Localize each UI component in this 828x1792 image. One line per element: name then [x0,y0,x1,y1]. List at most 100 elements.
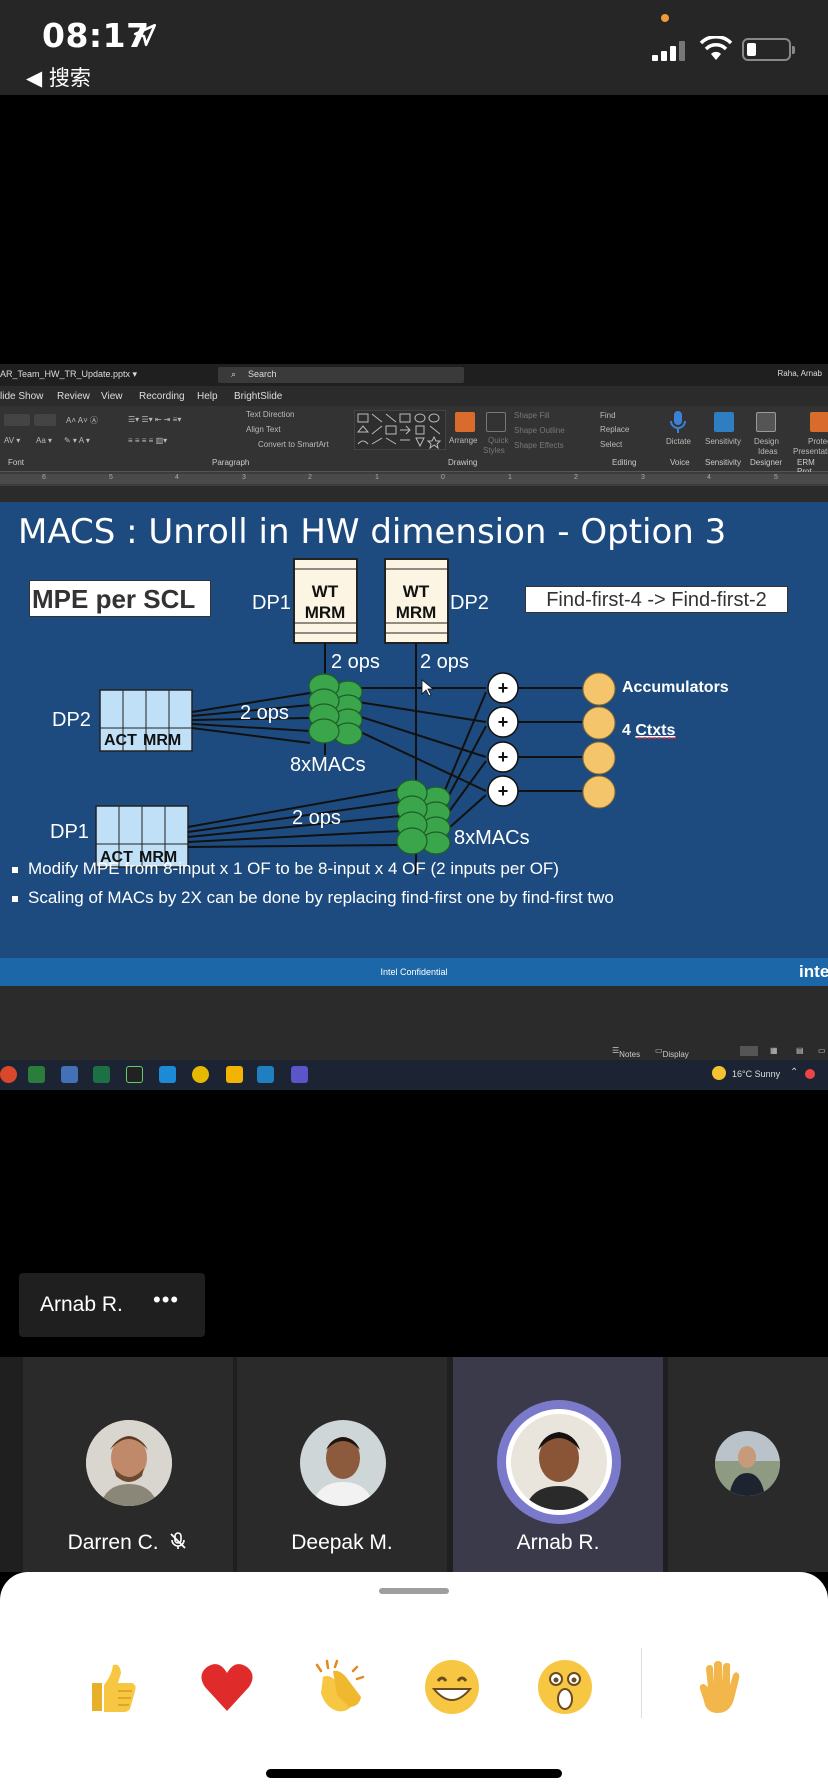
highlight-icon[interactable]: ✎ ▾ A ▾ [64,436,90,445]
participant-tile-speaking[interactable]: Arnab R. [453,1357,663,1572]
slide-sorter-icon[interactable]: ▦ [770,1046,778,1055]
heart-icon[interactable] [197,1657,257,1717]
raised-hand-icon[interactable] [690,1657,750,1717]
act-mrm-label: MRM [143,732,181,749]
accumulator-circle [582,741,616,775]
arrange-button[interactable]: Arrange [449,436,477,445]
sticky-notes-icon[interactable] [226,1066,243,1083]
clapping-hands-icon[interactable] [309,1657,369,1717]
font-size-dropdown[interactable] [34,414,56,426]
more-options-button[interactable]: ••• [153,1287,179,1313]
text-direction-button[interactable]: Text Direction [246,410,294,419]
ruler-mark: 4 [175,474,179,481]
tab-recording[interactable]: Recording [139,391,185,402]
macs-label-a: 8xMACs [290,754,366,776]
slideshow-icon[interactable]: ▭ [818,1046,826,1055]
slide[interactable]: WT MRM WT MRM DP1 DP2 ACT MRM ACT MRM DP… [0,502,828,986]
arrange-icon[interactable] [455,412,475,432]
replace-button[interactable]: Replace [600,425,629,434]
notes-button[interactable]: ☰ Notes [612,1046,640,1059]
bullet-item: Scaling of MACs by 2X can be done by rep… [12,888,614,908]
bullets-icon[interactable]: ☰▾ ☰▾ ⇤ ⇥ ≡▾ [128,415,181,424]
grinning-face-icon[interactable] [422,1657,482,1717]
find-button[interactable]: Find [600,411,616,420]
participant-name-text: Darren C. [67,1531,159,1554]
sensitivity-icon[interactable] [714,412,734,432]
participant-name: Deepak M. [291,1531,393,1554]
wt-label: WT [312,582,339,601]
battery-icon [742,38,795,61]
font-grow-icon[interactable]: A˄ A˅ Ⓐ [66,415,98,426]
bullet-text: Modify MPE from 8-input x 1 OF to be 8-i… [28,859,559,878]
shape-outline-button[interactable]: Shape Outline [514,426,565,435]
design-ideas-label-2[interactable]: Ideas [758,447,778,456]
weather-icon [712,1066,726,1080]
design-ideas-icon[interactable] [756,412,776,432]
participant-name: Darren C. [23,1531,233,1555]
microphone-icon[interactable] [669,410,687,434]
back-to-search-link[interactable]: ◀ 搜索 [26,62,91,92]
tab-view[interactable]: View [101,391,123,402]
design-ideas-label-1[interactable]: Design [754,437,779,446]
vscode-icon[interactable] [159,1066,176,1083]
tray-notification-icon[interactable] [805,1069,815,1079]
group-designer: Designer [750,458,783,467]
tab-review[interactable]: Review [57,391,90,402]
ruler-mark: 1 [375,474,379,481]
wt-mrm-box-dp2 [384,558,449,644]
excel-icon[interactable] [93,1066,110,1083]
weather-text[interactable]: 16°C Sunny [732,1069,780,1079]
speaker-name-tag[interactable]: Arnab R. ••• [19,1273,205,1337]
ruler-mark: 5 [109,474,113,481]
ribbon: A˄ A˅ Ⓐ Aa ▾ ✎ ▾ A ▾ AV ▾ ☰▾ ☰▾ ⇤ ⇥ ≡▾ ≡… [0,406,828,476]
find-first-label-box: Find-first-4 -> Find-first-2 [525,586,788,613]
ctxts-word: Ctxts [635,722,675,739]
protect-label[interactable]: Protec [808,437,828,446]
participant-tile[interactable]: Deepak M. [237,1357,447,1572]
ruler-mark: 3 [641,474,645,481]
char-spacing-icon[interactable]: AV ▾ [4,436,20,445]
group-drawing: Drawing [448,458,478,467]
wire [351,713,487,758]
dictate-button[interactable]: Dictate [666,437,691,446]
shapes-gallery[interactable] [354,410,446,450]
surprised-face-icon[interactable] [535,1657,595,1717]
quick-styles-icon[interactable] [486,412,506,432]
convert-smartart-button[interactable]: Convert to SmartArt [258,440,329,449]
group-voice: Voice [670,458,690,467]
participant-tile[interactable] [668,1357,828,1572]
protect-label-2[interactable]: Presentatio [793,447,828,456]
normal-view-icon[interactable] [740,1046,758,1056]
home-indicator[interactable] [266,1769,562,1778]
chrome-icon[interactable] [192,1066,209,1083]
app-icon-network[interactable] [61,1066,78,1083]
mrm-label: MRM [396,603,437,622]
select-button[interactable]: Select [600,440,622,449]
shape-fill-button[interactable]: Shape Fill [514,411,550,420]
alignment-icons[interactable]: ≡ ≡ ≡ ≡ ▥▾ [128,436,167,445]
protect-icon[interactable] [810,412,828,432]
reading-view-icon[interactable]: ▤ [796,1046,804,1055]
thumbs-up-icon[interactable] [82,1657,142,1717]
quick-styles-label-1: Quick [488,436,509,445]
ruler-mark: 3 [242,474,246,481]
shape-effects-button[interactable]: Shape Effects [514,441,564,450]
app-icon-record[interactable] [0,1066,17,1083]
tray-chevron-icon[interactable]: ⌃ [790,1067,798,1078]
tab-brightslide[interactable]: BrightSlide [234,391,282,402]
display-settings-button[interactable]: ▭ Display Settings [655,1046,691,1068]
tab-slide-show[interactable]: lide Show [0,391,43,402]
tab-help[interactable]: Help [197,391,218,402]
teams-icon[interactable] [291,1066,308,1083]
app-icon-notes[interactable] [28,1066,45,1083]
app-icon-vc[interactable] [257,1066,274,1083]
sheet-grab-handle[interactable] [379,1588,449,1594]
bullet-item: Modify MPE from 8-input x 1 OF to be 8-i… [12,859,559,879]
font-case-icon[interactable]: Aa ▾ [36,436,52,445]
sensitivity-button[interactable]: Sensitivity [705,437,741,446]
participant-tile[interactable]: Darren C. [23,1357,233,1572]
font-name-dropdown[interactable] [4,414,30,426]
align-text-button[interactable]: Align Text [246,425,281,434]
app-icon-terminal[interactable] [126,1066,143,1083]
search-box[interactable]: ⌕ Search [218,367,464,383]
